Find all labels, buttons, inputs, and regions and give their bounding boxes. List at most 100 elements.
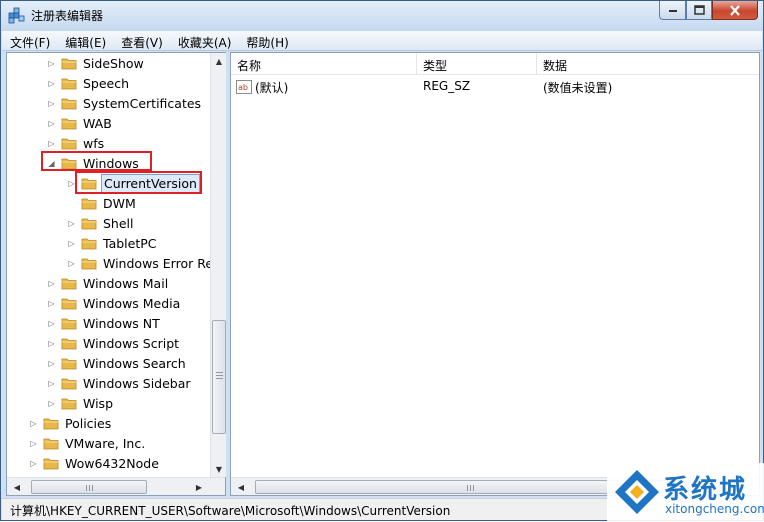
watermark-logo-icon <box>615 470 659 514</box>
column-header-name[interactable]: 名称 <box>231 53 417 75</box>
tree-node[interactable]: ▷ Windows Error Re <box>67 253 210 273</box>
menu-file[interactable]: 文件(F) <box>2 31 57 51</box>
tree-node[interactable]: ▷ Windows Media <box>47 293 182 313</box>
folder-icon <box>61 398 77 409</box>
tree-node-label: TabletPC <box>103 235 157 251</box>
menu-view[interactable]: 查看(V) <box>113 31 170 51</box>
expand-arrow-icon[interactable]: ▷ <box>47 79 56 88</box>
scroll-up-button[interactable]: ▲ <box>211 53 227 69</box>
tree-node[interactable]: ▷ Wisp <box>47 393 115 413</box>
expand-arrow-icon[interactable]: ▷ <box>67 259 76 268</box>
column-header-data[interactable]: 数据 <box>537 53 759 75</box>
tree-node[interactable]: ▷ Windows Search <box>47 353 188 373</box>
tree-node[interactable]: ▷ Speech <box>47 73 131 93</box>
tree-node-label: Windows Mail <box>83 275 169 291</box>
expand-arrow-icon[interactable]: ▷ <box>47 379 56 388</box>
expand-arrow-icon[interactable]: ▷ <box>29 419 38 428</box>
tree-node-label: VMware, Inc. <box>65 435 146 451</box>
title-bar[interactable]: 注册表编辑器 <box>1 1 763 31</box>
folder-icon <box>61 278 77 289</box>
tree-node[interactable]: ▷ Wow6432Node <box>29 453 161 473</box>
column-header-type[interactable]: 类型 <box>417 53 537 75</box>
tree-node[interactable]: ▷ Windows NT <box>47 313 162 333</box>
expand-arrow-icon <box>67 199 76 208</box>
watermark-site: xitongcheng.com <box>665 502 764 516</box>
value-type: REG_SZ <box>423 79 471 93</box>
scroll-left-button[interactable]: ◀ <box>9 479 25 495</box>
tree-node[interactable]: DWM <box>67 193 138 213</box>
expand-arrow-icon[interactable]: ▷ <box>47 359 56 368</box>
watermark: 系统城 xitongcheng.com <box>607 463 764 522</box>
folder-icon <box>61 298 77 309</box>
tree-node[interactable]: ▷ WAB <box>47 113 114 133</box>
tree-node-label: Windows Error Re <box>103 255 210 271</box>
tree-vertical-scrollbar[interactable]: ▲ ▼ <box>210 53 226 477</box>
menu-help[interactable]: 帮助(H) <box>238 31 295 51</box>
scroll-thumb[interactable] <box>212 320 226 434</box>
tree-node[interactable]: ▷ Windows Sidebar <box>47 373 193 393</box>
expand-arrow-icon[interactable]: ▷ <box>47 299 56 308</box>
tree-node-label: SystemCertificates <box>83 95 202 111</box>
registry-editor-window: 注册表编辑器 文件(F) 编辑(E) 查看(V) 收藏夹(A) 帮助(H) ▷ S… <box>0 0 764 522</box>
tree-node[interactable]: ▷ VMware, Inc. <box>29 433 147 453</box>
folder-icon <box>81 258 97 269</box>
menu-bar: 文件(F) 编辑(E) 查看(V) 收藏夹(A) 帮助(H) <box>2 31 762 51</box>
expand-arrow-icon[interactable]: ▷ <box>67 219 76 228</box>
folder-icon <box>61 138 77 149</box>
value-name: (默认) <box>255 81 289 95</box>
tree-node-label: WAB <box>83 115 112 131</box>
tree-node-label: wfs <box>83 135 105 151</box>
tree-node-label: Speech <box>83 75 130 91</box>
scroll-left-button[interactable]: ◀ <box>233 479 249 495</box>
grip-line <box>470 485 471 491</box>
expand-arrow-icon[interactable]: ▷ <box>47 139 56 148</box>
main-area: ▷ SideShow ▷ Speech ▷ SystemCertificates ▷ WAB ▷… <box>6 52 760 496</box>
folder-icon <box>43 458 59 469</box>
expand-arrow-icon[interactable]: ▷ <box>47 339 56 348</box>
tree-node-label: Policies <box>65 415 112 431</box>
tree-node[interactable]: ▷ TabletPC <box>67 233 159 253</box>
menu-edit[interactable]: 编辑(E) <box>57 31 113 51</box>
close-icon <box>730 4 740 16</box>
maximize-button[interactable] <box>686 1 712 20</box>
value-data: (数值未设置) <box>543 81 613 95</box>
tree-node[interactable]: ▷ SideShow <box>47 53 146 73</box>
tree-horizontal-scrollbar[interactable]: ◀ ▶ <box>7 477 225 495</box>
tree-node-label: DWM <box>103 195 136 211</box>
tree-node[interactable]: ▷ Policies <box>29 413 113 433</box>
arrow-down-icon: ▼ <box>215 464 223 474</box>
tree-node-label: Windows Script <box>83 335 180 351</box>
arrow-left-icon: ◀ <box>13 482 21 492</box>
expand-arrow-icon[interactable]: ▷ <box>67 239 76 248</box>
minimize-icon <box>668 10 677 12</box>
tree-node[interactable]: ▷ Windows Script <box>47 333 181 353</box>
scroll-right-button[interactable]: ▶ <box>191 479 207 495</box>
horizontal-scroll-thumb[interactable] <box>31 480 147 494</box>
maximize-icon <box>693 5 705 15</box>
folder-icon <box>61 378 77 389</box>
minimize-button[interactable] <box>659 1 686 20</box>
expand-arrow-icon[interactable]: ▷ <box>47 99 56 108</box>
expand-arrow-icon[interactable]: ▷ <box>47 319 56 328</box>
string-value-icon-glyph: ab <box>238 83 248 92</box>
close-button[interactable] <box>712 1 758 20</box>
grip-line <box>216 375 223 376</box>
scroll-down-button[interactable]: ▼ <box>211 461 227 477</box>
expand-arrow-icon[interactable]: ▷ <box>47 399 56 408</box>
string-value-icon: ab <box>236 80 252 94</box>
tree-node[interactable]: ▷ SystemCertificates <box>47 93 203 113</box>
values-list-pane: 名称 类型 数据 ab (默认) REG_SZ (数值未设置) ◀ <box>230 52 760 496</box>
expand-arrow-icon[interactable]: ▷ <box>47 59 56 68</box>
tree-node[interactable]: ▷ Windows Mail <box>47 273 170 293</box>
expand-arrow-icon[interactable]: ▷ <box>47 119 56 128</box>
expand-arrow-icon[interactable]: ▷ <box>29 459 38 468</box>
grip-line <box>216 372 223 373</box>
menu-favorites[interactable]: 收藏夹(A) <box>170 31 239 51</box>
tree-node[interactable]: ▷ wfs <box>47 133 106 153</box>
expand-arrow-icon[interactable]: ▷ <box>47 279 56 288</box>
folder-icon <box>61 58 77 69</box>
folder-icon <box>81 198 97 209</box>
expand-arrow-icon[interactable]: ▷ <box>29 439 38 448</box>
tree-node[interactable]: ▷ Shell <box>67 213 136 233</box>
grip-line <box>92 485 93 491</box>
